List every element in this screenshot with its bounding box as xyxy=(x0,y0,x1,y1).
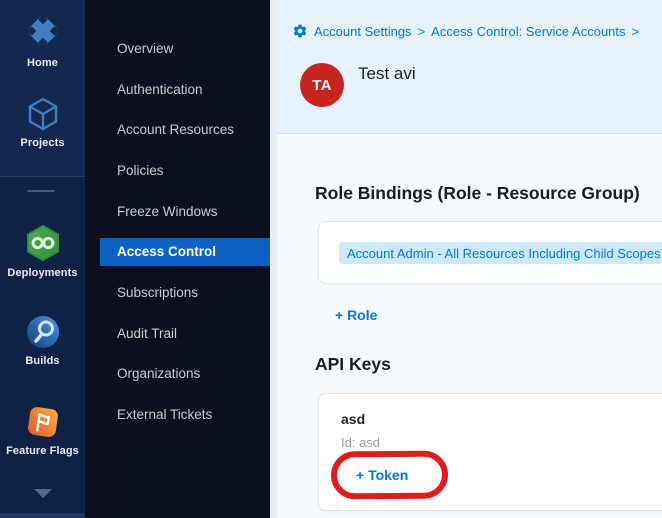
api-key-card: asd Id: asd + Token xyxy=(318,393,662,511)
nav-item-audit-trail[interactable]: Audit Trail xyxy=(85,313,270,354)
add-token-button[interactable]: + Token xyxy=(356,467,408,483)
nav-item-organizations[interactable]: Organizations xyxy=(85,354,270,395)
harness-home-icon xyxy=(22,10,64,52)
settings-nav: Overview Authentication Account Resource… xyxy=(85,0,270,518)
nav-item-policies[interactable]: Policies xyxy=(85,150,270,191)
sidebar-divider xyxy=(27,190,55,192)
sidebar-item-label: Builds xyxy=(25,355,59,367)
role-bindings-heading: Role Bindings (Role - Resource Group) xyxy=(315,183,640,204)
avatar: TA xyxy=(300,63,344,107)
chevron-down-icon xyxy=(34,489,52,498)
sidebar-item-builds[interactable]: Builds xyxy=(0,314,85,367)
add-role-button[interactable]: + Role xyxy=(335,307,377,323)
role-bindings-card: Account Admin - All Resources Including … xyxy=(318,221,662,284)
nav-item-overview[interactable]: Overview xyxy=(85,28,270,69)
sidebar-collapse-button[interactable] xyxy=(0,489,85,498)
page-header: Account Settings > Access Control: Servi… xyxy=(270,0,662,134)
nav-item-freeze-windows[interactable]: Freeze Windows xyxy=(85,191,270,232)
api-key-name: asd xyxy=(341,411,365,427)
sidebar-item-projects[interactable]: Projects xyxy=(0,96,85,149)
breadcrumb: Account Settings > Access Control: Servi… xyxy=(292,23,639,39)
breadcrumb-account-settings[interactable]: Account Settings xyxy=(314,24,412,39)
projects-cube-icon xyxy=(25,96,61,132)
page-title: Test avi xyxy=(358,64,416,84)
nav-item-external-tickets[interactable]: External Tickets xyxy=(85,394,270,435)
gear-icon xyxy=(292,23,308,39)
sidebar-item-label: Home xyxy=(27,57,58,69)
nav-item-subscriptions[interactable]: Subscriptions xyxy=(85,272,270,313)
sidebar-bottom-strip xyxy=(0,513,85,518)
content-left-edge xyxy=(270,0,277,518)
sidebar-item-feature-flags[interactable]: Feature Flags xyxy=(0,404,85,457)
main-content: Account Settings > Access Control: Servi… xyxy=(270,0,662,518)
api-keys-heading: API Keys xyxy=(315,354,391,375)
breadcrumb-access-control-service-accounts[interactable]: Access Control: Service Accounts xyxy=(431,24,625,39)
sidebar-item-label: Deployments xyxy=(7,267,77,279)
sidebar-item-deployments[interactable]: Deployments xyxy=(0,224,85,279)
sidebar-item-home[interactable]: Home xyxy=(0,10,85,69)
nav-item-authentication[interactable]: Authentication xyxy=(85,69,270,110)
nav-item-account-resources[interactable]: Account Resources xyxy=(85,109,270,150)
builds-magnifier-icon xyxy=(25,314,61,350)
nav-item-access-control[interactable]: Access Control xyxy=(100,238,270,266)
role-binding-tag[interactable]: Account Admin - All Resources Including … xyxy=(339,242,662,264)
breadcrumb-separator: > xyxy=(418,24,426,39)
module-sidebar: Home Projects xyxy=(0,0,85,518)
api-key-id: Id: asd xyxy=(341,435,380,450)
sidebar-item-label: Projects xyxy=(20,137,64,149)
app-window: Home Projects xyxy=(0,0,662,518)
deployments-infinity-icon xyxy=(24,224,62,262)
feature-flags-flag-icon xyxy=(25,404,61,440)
sidebar-item-label: Feature Flags xyxy=(6,445,79,457)
breadcrumb-separator: > xyxy=(632,24,640,39)
